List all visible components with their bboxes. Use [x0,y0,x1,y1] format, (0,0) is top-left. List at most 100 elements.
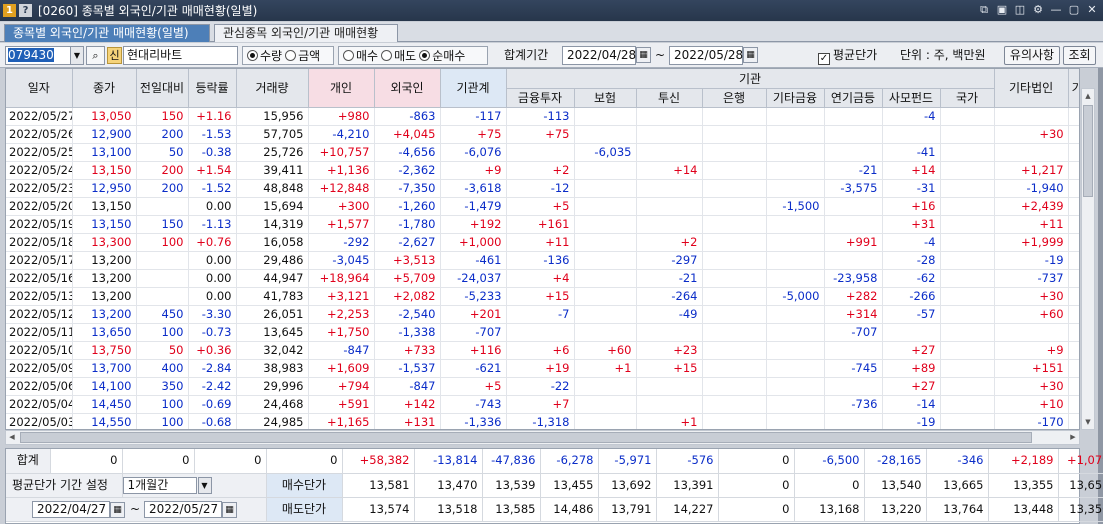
col-close[interactable]: 종가 [72,69,137,108]
scroll-right-icon[interactable]: ▶ [1067,431,1079,444]
col-inst-0[interactable]: 금융투자 [506,88,575,108]
col-inst-total[interactable]: 기관계 [440,69,507,108]
table-row[interactable]: 2022/05/18 13,300 100 +0.76 16,058 -292 -2,627… [6,233,1079,252]
radio-icon[interactable] [381,50,393,61]
table-row[interactable]: 2022/05/25 13,100 50 -0.38 25,726 +10,757 -4,6… [6,143,1079,162]
help-badge[interactable]: ? [19,4,32,17]
notice-button[interactable]: 유의사항 [1004,46,1060,65]
table-row[interactable]: 2022/05/12 13,200 450 -3.30 26,051 +2,253 -2,5… [6,305,1079,324]
table-row[interactable]: 2022/05/17 13,200 0.00 29,486 -3,045 +3,513 -4… [6,251,1079,270]
table-row[interactable]: 2022/05/04 14,450 100 -0.69 24,468 +591 +142 -7… [6,395,1079,414]
table-cell: 50 [136,341,189,360]
col-other-corp[interactable]: 기타법인 [994,69,1069,108]
col-rate[interactable]: 등락률 [188,69,237,108]
table-cell [636,395,703,414]
table-row[interactable]: 2022/05/19 13,150 150 -1.13 14,319 +1,577 -1,7… [6,215,1079,234]
table-cell: +116 [440,341,507,360]
side-radios-2[interactable]: 순매수 [419,47,465,64]
col-inst-2[interactable]: 투신 [636,88,703,108]
col-inst-3[interactable]: 은행 [702,88,767,108]
table-row[interactable]: 2022/05/24 13,150 200 +1.54 39,411 +1,136 -2,3… [6,161,1079,180]
col-date[interactable]: 일자 [6,69,73,108]
table-cell: +31 [882,215,941,234]
close-icon[interactable]: ✕ [1085,2,1099,17]
avg-date-from[interactable]: 2022/04/27 [32,500,110,518]
table-row[interactable]: 2022/05/09 13,700 400 -2.84 38,983 +1,609 -1,5… [6,359,1079,378]
table-row[interactable]: 2022/05/23 12,950 200 -1.52 48,848 +12,848 -7,… [6,179,1079,198]
col-group-inst: 기관 [506,69,995,89]
table-row[interactable]: 2022/05/11 13,650 100 -0.73 13,645 +1,750 -1,3… [6,323,1079,342]
date-from-input[interactable]: 2022/04/28 [562,46,636,65]
save-icon[interactable]: ▣ [995,2,1009,17]
table-row[interactable]: 2022/05/26 12,900 200 -1.53 57,705 -4,210 +4,0… [6,125,1079,144]
col-inst-5[interactable]: 연기금등 [824,88,883,108]
chevron-down-icon[interactable]: ▼ [197,476,212,494]
sell-price-cell: 14,486 [540,497,599,522]
table-cell [766,215,825,234]
table-cell: +192 [440,215,507,234]
tab-watchlist[interactable]: 관심종목 외국인/기관 매매현황 [214,24,398,42]
radio-icon[interactable] [247,50,258,61]
window-title: [0260] 종목별 외국인/기관 매매현황(일별) [38,4,258,18]
calendar-icon[interactable]: ▦ [636,47,651,63]
avg-price-checkbox[interactable]: ✓ 평균단가 [818,47,877,65]
scroll-down-icon[interactable]: ▼ [1082,415,1094,429]
table-cell [824,341,883,360]
window-number-badge[interactable]: 1 [3,4,16,17]
camera-icon[interactable]: ◫ [1013,2,1027,17]
col-individual[interactable]: 개인 [308,69,375,108]
query-button[interactable]: 조회 [1063,46,1096,65]
table-row[interactable]: 2022/05/13 13,200 0.00 41,783 +3,121 +2,082 -5… [6,287,1079,306]
col-inst-1[interactable]: 보험 [574,88,637,108]
col-volume[interactable]: 거래량 [236,69,309,108]
side-radios-1[interactable]: 매도 [381,47,416,64]
radio-label: 수량 [260,49,283,63]
unit-radios-1[interactable]: 금액 [285,47,320,64]
table-cell: +1,577 [308,215,375,234]
horizontal-scrollbar[interactable]: ◀ ▶ [5,430,1080,445]
unit-radios-0[interactable]: 수량 [247,47,282,64]
table-row[interactable]: 2022/05/10 13,750 50 +0.36 32,042 -847 +733 +11… [6,341,1079,360]
calendar-icon[interactable]: ▦ [222,501,237,518]
scroll-thumb[interactable] [20,432,1032,443]
radio-icon[interactable] [285,50,297,61]
checkbox-icon[interactable]: ✓ [818,53,830,65]
scroll-thumb[interactable] [1083,105,1093,197]
col-inst-6[interactable]: 사모펀드 [882,88,941,108]
calendar-icon[interactable]: ▦ [743,47,758,63]
col-inst-4[interactable]: 기타금융 [766,88,825,108]
table-cell [636,125,703,144]
side-radios-0[interactable]: 매수 [343,47,378,64]
table-row[interactable]: 2022/05/27 13,050 150 +1.16 15,956 +980 -863 -1… [6,107,1079,126]
date-to-input[interactable]: 2022/05/28 [669,46,743,65]
link-icon[interactable]: ⧉ [977,2,991,17]
radio-icon[interactable] [419,50,431,61]
scroll-up-icon[interactable]: ▲ [1082,89,1094,103]
tab-stock-daily[interactable]: 종목별 외국인/기관 매매현황(일별) [4,24,210,42]
table-cell: +30 [994,125,1069,144]
gear-icon[interactable]: ⚙ [1031,2,1045,17]
table-row[interactable]: 2022/05/20 13,150 0.00 15,694 +300 -1,260 -1,4… [6,197,1079,216]
sell-price-cell: 13,764 [926,497,989,522]
buy-price-cell: 0 [718,473,795,498]
col-foreign[interactable]: 외국인 [374,69,441,108]
scroll-left-icon[interactable]: ◀ [6,431,18,444]
minimize-icon[interactable]: — [1049,2,1063,17]
avg-date-to[interactable]: 2022/05/27 [144,500,222,518]
table-row[interactable]: 2022/05/06 14,100 350 -2.42 29,996 +794 -847 +5… [6,377,1079,396]
col-inst-7[interactable]: 국가 [940,88,995,108]
search-icon[interactable]: ⌕ [86,46,105,65]
vertical-scrollbar[interactable]: ▲ ▼ [1081,88,1095,430]
table-row[interactable]: 2022/05/03 14,550 100 -0.68 24,985 +1,165 +131… [6,413,1079,429]
maximize-icon[interactable]: ▢ [1067,2,1081,17]
table-row[interactable]: 2022/05/16 13,200 0.00 44,947 +18,964 +5,709-… [6,269,1079,288]
radio-icon[interactable] [343,50,354,61]
col-more[interactable]: 기 [1068,69,1079,108]
chevron-down-icon[interactable]: ▼ [70,46,84,65]
table-cell: -31 [882,179,941,198]
period-select[interactable]: 1개월간 [122,476,197,494]
calendar-icon[interactable]: ▦ [110,501,125,518]
table-cell [766,359,825,378]
col-change[interactable]: 전일대비 [136,69,189,108]
buy-price-cell: 13,539 [482,473,541,498]
